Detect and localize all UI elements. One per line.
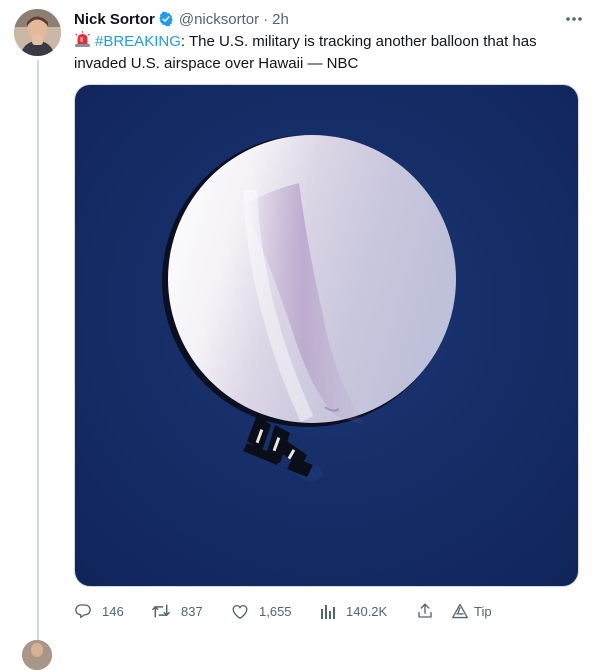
views-button[interactable]: 140.2K (320, 603, 416, 619)
tip-button[interactable]: Tip (451, 603, 492, 619)
heart-icon (231, 603, 249, 620)
reply-count: 146 (102, 603, 124, 619)
tweet-photo[interactable] (74, 84, 579, 587)
reply-button[interactable]: 146 (74, 602, 151, 620)
tweet-timestamp[interactable]: 2h (272, 11, 289, 28)
author-name[interactable]: Nick Sortor (74, 11, 155, 28)
balloon-photo-icon (75, 85, 578, 586)
views-count: 140.2K (346, 603, 388, 619)
tweet-header: Nick Sortor @nicksortor · 2h (74, 9, 581, 29)
like-count: 1,655 (259, 603, 292, 619)
like-button[interactable]: 1,655 (231, 603, 320, 620)
share-button[interactable] (416, 602, 451, 620)
more-options-icon[interactable] (561, 9, 587, 29)
tip-icon (451, 603, 469, 619)
tweet-text: #BREAKING: The U.S. military is tracking… (74, 31, 584, 74)
share-icon (416, 602, 434, 620)
retweet-button[interactable]: 837 (151, 602, 231, 620)
avatar[interactable] (14, 9, 61, 56)
separator-dot: · (263, 10, 269, 28)
author-handle[interactable]: @nicksortor (179, 11, 259, 28)
views-chart-icon (320, 603, 336, 619)
hashtag-link[interactable]: #BREAKING (95, 33, 181, 50)
police-siren-icon (74, 31, 91, 54)
verified-badge-icon (158, 11, 174, 27)
thread-line (37, 60, 39, 646)
tip-label: Tip (474, 603, 492, 619)
next-tweet-avatar[interactable] (22, 640, 52, 670)
retweet-icon (151, 602, 171, 620)
retweet-count: 837 (181, 603, 203, 619)
reply-icon (74, 602, 92, 620)
tweet-actions: 146 837 1,655 140.2K Tip (74, 600, 504, 622)
